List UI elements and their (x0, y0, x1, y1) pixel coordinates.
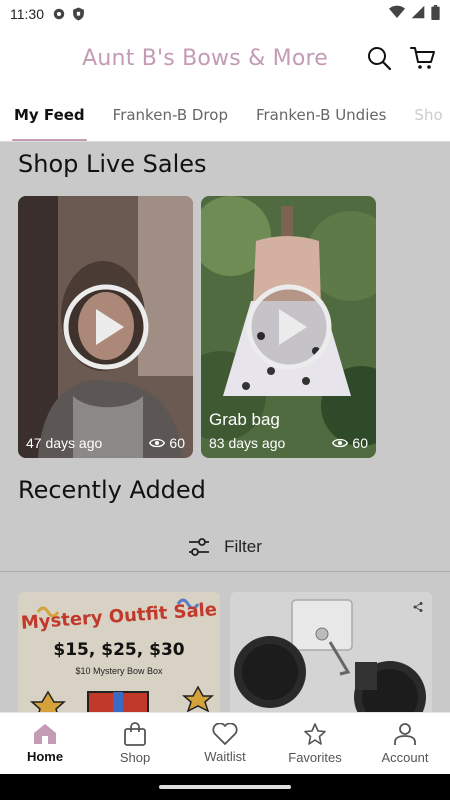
nav-shop-label: Shop (119, 750, 151, 765)
video-meta: 47 days ago 60 (26, 435, 185, 451)
video-view-count: 60 (169, 435, 185, 451)
settings-status-icon (52, 7, 66, 21)
video-views: 60 (149, 435, 185, 451)
heart-icon (212, 723, 238, 745)
video-view-count: 60 (352, 435, 368, 451)
product-prices: $15, $25, $30 (53, 640, 185, 660)
video-age: 47 days ago (26, 435, 103, 451)
tab-franken-b-undies[interactable]: Franken-B Undies (242, 88, 400, 141)
tab-my-feed[interactable]: My Feed (0, 88, 99, 141)
video-meta: 83 days ago 60 (209, 435, 368, 451)
person-icon (394, 723, 416, 745)
filter-label: Filter (224, 536, 262, 556)
video-views: 60 (332, 435, 368, 451)
share-button[interactable] (412, 598, 424, 617)
nav-waitlist-label: Waitlist (204, 749, 246, 764)
video-label: Grab bag (209, 410, 280, 429)
app-title: Aunt B's Bows & More (82, 45, 328, 71)
filter-button[interactable]: Filter (0, 522, 450, 572)
video-age: 83 days ago (209, 435, 286, 451)
product-card[interactable]: Mystery Outfit Sale $15, $25, $30 $10 My… (18, 592, 220, 712)
product-card[interactable] (230, 592, 432, 712)
category-tabs: My Feed Franken-B Drop Franken-B Undies … (0, 88, 450, 142)
battery-icon (431, 4, 440, 24)
search-button[interactable] (364, 43, 394, 73)
star-icon (304, 723, 326, 745)
status-bar: 11:30 (0, 0, 450, 28)
search-icon (368, 47, 391, 70)
eye-icon (149, 438, 166, 448)
shop-live-sales-title: Shop Live Sales (18, 150, 207, 178)
play-icon (246, 284, 331, 370)
cart-icon (410, 47, 435, 69)
nav-home-label: Home (26, 749, 64, 764)
home-icon (34, 724, 56, 744)
gesture-home-handle[interactable] (159, 785, 291, 789)
nav-favorites-label: Favorites (288, 750, 342, 765)
nav-home[interactable]: Home (0, 713, 90, 774)
tab-franken-b-drop[interactable]: Franken-B Drop (99, 88, 242, 141)
live-sale-video-card[interactable]: 47 days ago 60 (18, 196, 193, 458)
eye-icon (332, 438, 349, 448)
bottom-navigation: Home Shop Waitlist Favorites Account (0, 712, 450, 774)
play-icon (63, 284, 148, 370)
nav-account-label: Account (381, 750, 429, 765)
nav-account[interactable]: Account (360, 713, 450, 774)
status-time: 11:30 (10, 6, 44, 22)
cart-button[interactable] (408, 43, 438, 73)
product-subtitle: $10 Mystery Bow Box (75, 666, 163, 676)
shopping-bag-icon (124, 722, 146, 746)
wifi-icon (389, 5, 405, 23)
recently-added-title: Recently Added (18, 476, 206, 504)
app-header: Aunt B's Bows & More (0, 28, 450, 88)
feed-content: Shop Live Sales 47 days ago 60 Grab bag … (0, 142, 450, 712)
product-image-badge-reel (230, 592, 432, 712)
system-navigation-bar (0, 774, 450, 800)
nav-favorites[interactable]: Favorites (270, 713, 360, 774)
share-icon (413, 602, 423, 612)
filter-sliders-icon (189, 537, 210, 556)
shield-status-icon (72, 7, 85, 21)
live-sale-video-card[interactable]: Grab bag 83 days ago 60 (201, 196, 376, 458)
signal-icon (411, 5, 425, 23)
nav-shop[interactable]: Shop (90, 713, 180, 774)
nav-waitlist[interactable]: Waitlist (180, 713, 270, 774)
tab-shop-partial[interactable]: Sho (400, 88, 450, 141)
